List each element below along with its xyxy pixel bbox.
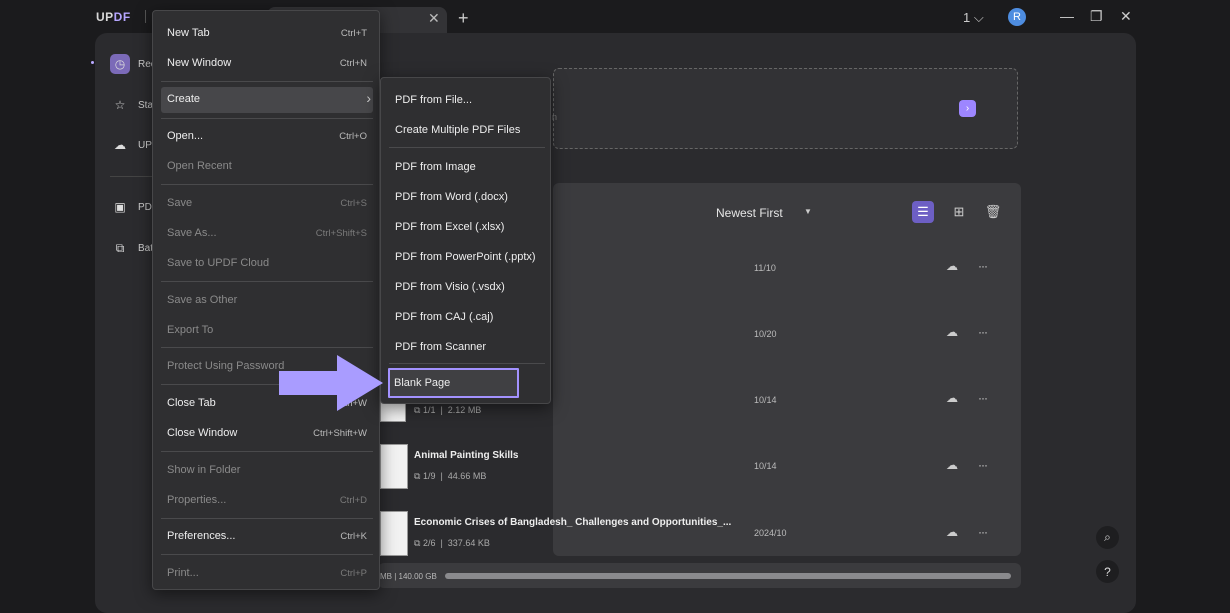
submenu-item-pdf-from-scanner[interactable]: PDF from Scanner: [389, 334, 545, 360]
menu-item-open-recent: Open Recent: [167, 160, 232, 172]
menu-item-preferences[interactable]: Preferences... Ctrl+K: [161, 524, 373, 550]
file-menu: New Tab Ctrl+T New Window Ctrl+N Create › O…: [152, 10, 380, 590]
submenu-item-pdf-from-word[interactable]: PDF from Word (.docx): [389, 184, 545, 210]
trash-icon[interactable]: 🗑: [982, 201, 1004, 223]
submenu-item-create-multiple[interactable]: Create Multiple PDF Files: [389, 117, 545, 143]
menu-divider: [389, 147, 545, 148]
avatar[interactable]: R: [1008, 8, 1026, 26]
menu-item-save-to-cloud: Save to UPDF Cloud: [167, 257, 270, 269]
toolbox-icon: ▣: [114, 200, 126, 214]
pointer-arrow-icon: [279, 355, 383, 411]
file-thumbnail: [380, 511, 408, 556]
menu-item-new-window[interactable]: New Window Ctrl+N: [161, 51, 373, 77]
menu-divider: [161, 347, 373, 348]
table-row[interactable]: Animal Painting Skills ⧉ 1/9 | 44.66 MB …: [380, 444, 1020, 494]
menu-item-show-in-folder: Show in Folder: [167, 464, 241, 476]
menu-divider: [161, 118, 373, 119]
menu-item-save: Save Ctrl+S: [167, 197, 367, 209]
open-file-dropzone[interactable]: [553, 68, 1018, 149]
file-name: Economic Crises of Bangladesh_ Challenge…: [414, 517, 732, 528]
title-separator: [145, 10, 146, 23]
table-row[interactable]: Economic Crises of Bangladesh_ Challenge…: [380, 511, 1020, 561]
menu-item-close-window[interactable]: Close Window Ctrl+Shift+W: [161, 421, 373, 447]
search-icon[interactable]: ⌕: [1096, 526, 1119, 549]
more-icon[interactable]: ···: [978, 259, 988, 273]
create-submenu: PDF from File... Create Multiple PDF Fil…: [380, 77, 551, 404]
menu-item-create[interactable]: Create ›: [161, 87, 373, 113]
submenu-item-pdf-from-image[interactable]: PDF from Image: [389, 154, 545, 180]
minimize-icon[interactable]: —: [1060, 8, 1074, 24]
menu-item-open[interactable]: Open... Ctrl+O: [161, 124, 373, 150]
file-date: 11/10: [754, 263, 776, 273]
cloud-upload-icon[interactable]: ☁: [946, 259, 958, 273]
more-icon[interactable]: ···: [978, 458, 988, 472]
file-meta: ⧉ 2/6 | 337.64 KB: [414, 538, 490, 548]
dropzone-hint: n: [552, 112, 558, 122]
submenu-item-pdf-from-caj[interactable]: PDF from CAJ (.caj): [389, 304, 545, 330]
menu-divider: [161, 554, 373, 555]
menu-divider: [161, 518, 373, 519]
more-icon[interactable]: ···: [978, 325, 988, 339]
help-icon[interactable]: ?: [1096, 560, 1119, 583]
sort-dropdown[interactable]: Newest First: [716, 206, 783, 220]
sidebar-divider: [110, 176, 155, 177]
storage-usage-text: MB | 140.00 GB: [380, 572, 437, 581]
grid-view-icon[interactable]: ⊞: [948, 201, 970, 223]
menu-item-export-to: Export To: [167, 324, 214, 336]
menu-item-new-tab[interactable]: New Tab Ctrl+T: [161, 21, 373, 47]
cloud-upload-icon[interactable]: ☁: [946, 391, 958, 405]
more-icon[interactable]: ···: [978, 391, 988, 405]
new-tab-button[interactable]: +: [458, 8, 469, 29]
list-view-icon[interactable]: ☰: [912, 201, 934, 223]
menu-divider: [389, 363, 545, 364]
close-window-icon[interactable]: ✕: [1120, 8, 1132, 25]
active-indicator: [91, 61, 94, 64]
file-date: 10/14: [754, 461, 777, 471]
file-date: 10/14: [754, 395, 777, 405]
menu-divider: [161, 281, 373, 282]
menu-item-save-as: Save As... Ctrl+Shift+S: [167, 227, 367, 239]
chevron-right-icon: ›: [366, 90, 371, 106]
batch-icon: ⧉: [115, 240, 125, 255]
submenu-item-pdf-from-excel[interactable]: PDF from Excel (.xlsx): [389, 214, 545, 240]
clock-icon: ◷: [110, 54, 130, 74]
submenu-item-pdf-from-visio[interactable]: PDF from Visio (.vsdx): [389, 274, 545, 300]
open-file-button[interactable]: ›: [959, 100, 976, 117]
blank-page-label: Blank Page: [394, 377, 451, 389]
menu-divider: [161, 451, 373, 452]
cloud-upload-icon[interactable]: ☁: [946, 458, 958, 472]
submenu-item-blank-page[interactable]: Blank Page: [388, 368, 519, 398]
restore-icon[interactable]: ❐: [1090, 8, 1103, 25]
file-name: Animal Painting Skills: [414, 450, 519, 461]
star-icon: ☆: [114, 98, 126, 112]
window-count-dropdown[interactable]: 1 ⌵: [963, 10, 984, 26]
menu-item-print: Print... Ctrl+P: [167, 567, 367, 579]
sidebar-item-pdf-tools[interactable]: ▣ PDF: [110, 197, 158, 217]
sidebar-item-starred[interactable]: ☆ Star: [110, 95, 157, 115]
cloud-upload-icon[interactable]: ☁: [946, 325, 958, 339]
updf-logo: UPDF: [96, 10, 131, 24]
more-icon[interactable]: ···: [978, 525, 988, 539]
menu-divider: [161, 184, 373, 185]
file-meta: ⧉ 1/9 | 44.66 MB: [414, 471, 487, 481]
menu-divider: [161, 81, 373, 82]
file-date: 2024/10: [754, 528, 787, 538]
submenu-item-pdf-from-powerpoint[interactable]: PDF from PowerPoint (.pptx): [389, 244, 545, 270]
file-date: 10/20: [754, 329, 777, 339]
submenu-item-pdf-from-file[interactable]: PDF from File...: [389, 87, 545, 113]
menu-item-properties: Properties... Ctrl+D: [167, 494, 367, 506]
cloud-icon: ☁: [114, 138, 126, 152]
close-tab-icon[interactable]: ✕: [428, 10, 440, 27]
file-thumbnail: [380, 444, 408, 489]
cloud-upload-icon[interactable]: ☁: [946, 525, 958, 539]
sidebar-item-batch[interactable]: ⧉ Batc: [110, 238, 158, 258]
chevron-down-icon: ⌵: [973, 10, 984, 25]
menu-item-save-as-other: Save as Other: [167, 294, 238, 306]
file-meta: ⧉ 1/1 | 2.12 MB: [414, 405, 482, 415]
storage-progress: [445, 573, 1011, 579]
caret-down-icon[interactable]: ▼: [804, 207, 812, 216]
